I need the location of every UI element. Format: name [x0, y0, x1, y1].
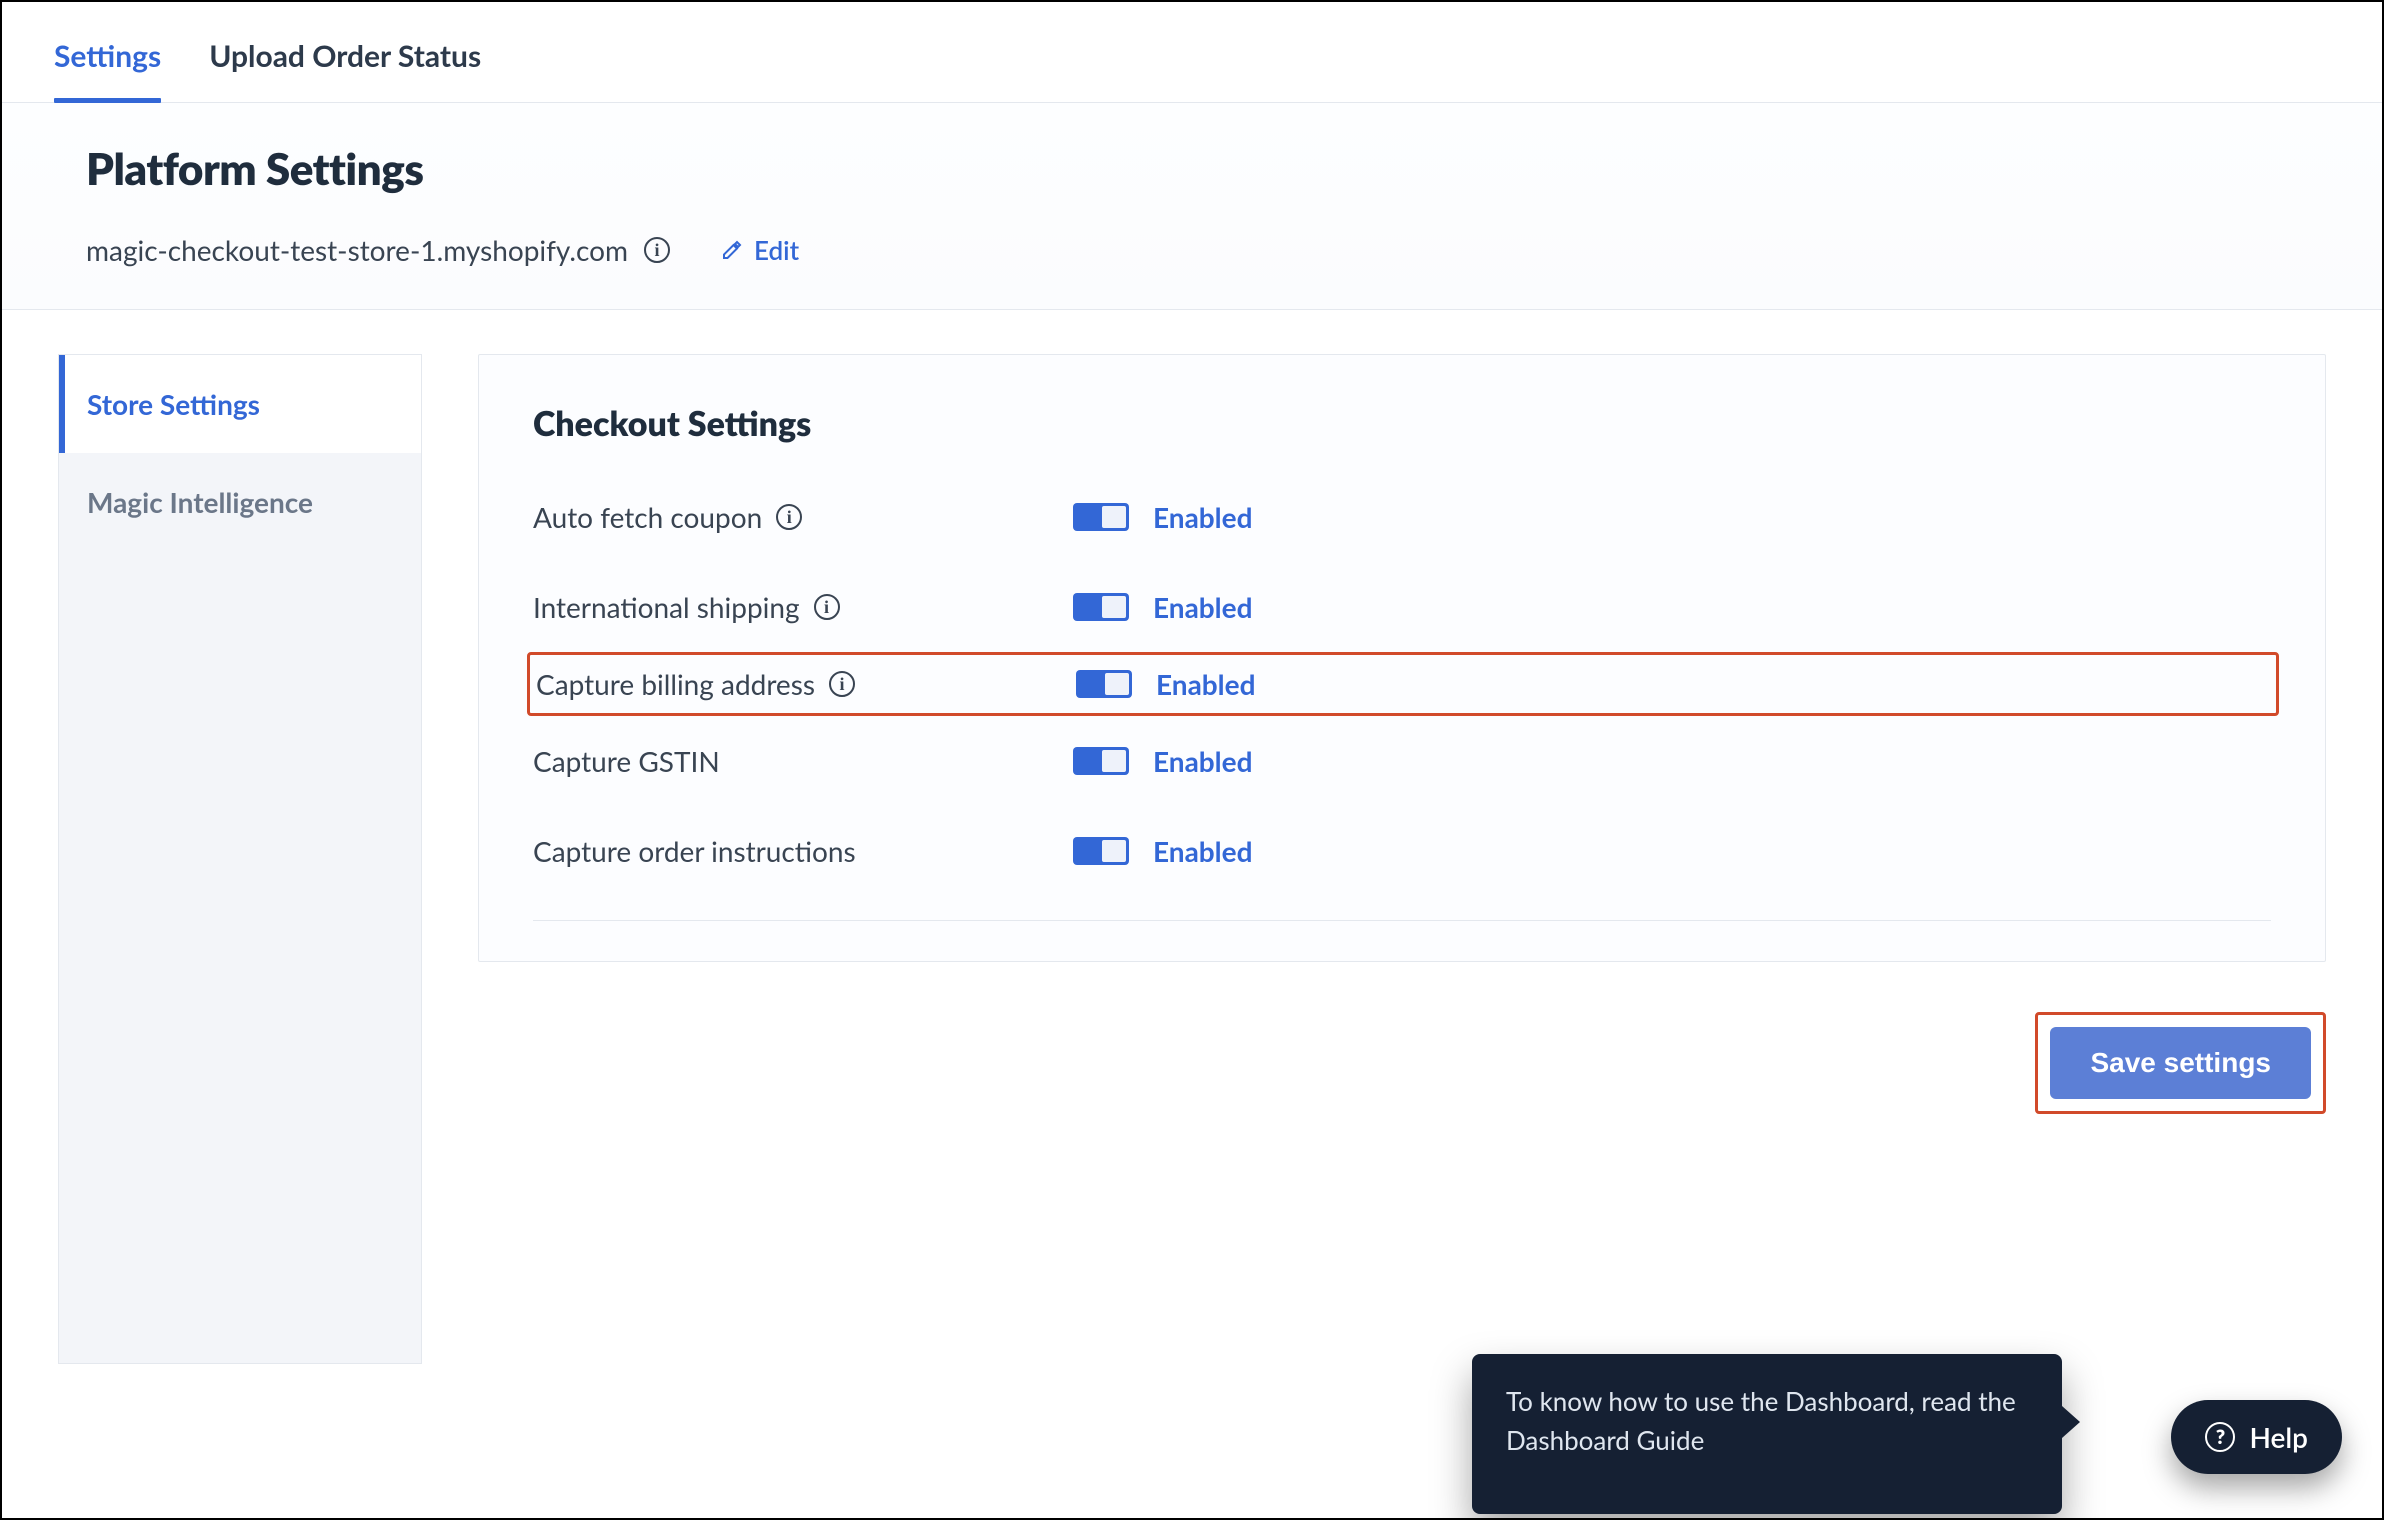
- toggle-capture-billing-address[interactable]: [1076, 670, 1132, 698]
- sidebar: Store Settings Magic Intelligence: [58, 354, 422, 1364]
- setting-row-capture-order-instructions: Capture order instructions Enabled: [533, 806, 2271, 896]
- setting-row-international-shipping: International shipping i Enabled: [533, 562, 2271, 652]
- info-icon[interactable]: i: [776, 504, 802, 530]
- help-button[interactable]: ? Help: [2171, 1400, 2342, 1474]
- setting-label: Auto fetch coupon: [533, 500, 762, 534]
- sidebar-item-magic-intelligence[interactable]: Magic Intelligence: [59, 453, 421, 551]
- toggle-state: Enabled: [1153, 744, 1252, 778]
- setting-label: Capture GSTIN: [533, 744, 720, 778]
- toggle-capture-order-instructions[interactable]: [1073, 837, 1129, 865]
- toggle-international-shipping[interactable]: [1073, 593, 1129, 621]
- edit-icon: [720, 238, 744, 262]
- save-highlight: Save settings: [2035, 1012, 2326, 1114]
- store-url: magic-checkout-test-store-1.myshopify.co…: [86, 233, 628, 267]
- tab-settings[interactable]: Settings: [54, 38, 161, 102]
- page-title: Platform Settings: [86, 143, 2326, 195]
- toggle-auto-fetch-coupon[interactable]: [1073, 503, 1129, 531]
- save-settings-button[interactable]: Save settings: [2050, 1027, 2311, 1099]
- page-header: Platform Settings magic-checkout-test-st…: [2, 103, 2382, 310]
- sidebar-item-store-settings[interactable]: Store Settings: [59, 355, 421, 453]
- toggle-state: Enabled: [1153, 834, 1252, 868]
- help-icon: ?: [2205, 1422, 2235, 1452]
- dashboard-guide-tooltip: To know how to use the Dashboard, read t…: [1472, 1354, 2062, 1514]
- toggle-state: Enabled: [1153, 500, 1252, 534]
- info-icon[interactable]: i: [814, 594, 840, 620]
- setting-label: Capture billing address: [536, 667, 815, 701]
- toggle-state: Enabled: [1153, 590, 1252, 624]
- divider: [533, 920, 2271, 921]
- tab-bar: Settings Upload Order Status: [2, 2, 2382, 103]
- setting-label: International shipping: [533, 590, 800, 624]
- checkout-settings-card: Checkout Settings Auto fetch coupon i En…: [478, 354, 2326, 962]
- tab-upload-order-status[interactable]: Upload Order Status: [209, 38, 481, 102]
- toggle-state: Enabled: [1156, 667, 1255, 701]
- edit-button[interactable]: Edit: [720, 234, 799, 266]
- card-title: Checkout Settings: [533, 403, 2271, 444]
- setting-row-capture-gstin: Capture GSTIN Enabled: [533, 716, 2271, 806]
- toggle-capture-gstin[interactable]: [1073, 747, 1129, 775]
- setting-label: Capture order instructions: [533, 834, 856, 868]
- setting-row-capture-billing-address: Capture billing address i Enabled: [527, 652, 2279, 716]
- info-icon[interactable]: i: [644, 237, 670, 263]
- info-icon[interactable]: i: [829, 671, 855, 697]
- setting-row-auto-fetch-coupon: Auto fetch coupon i Enabled: [533, 472, 2271, 562]
- help-label: Help: [2249, 1420, 2308, 1454]
